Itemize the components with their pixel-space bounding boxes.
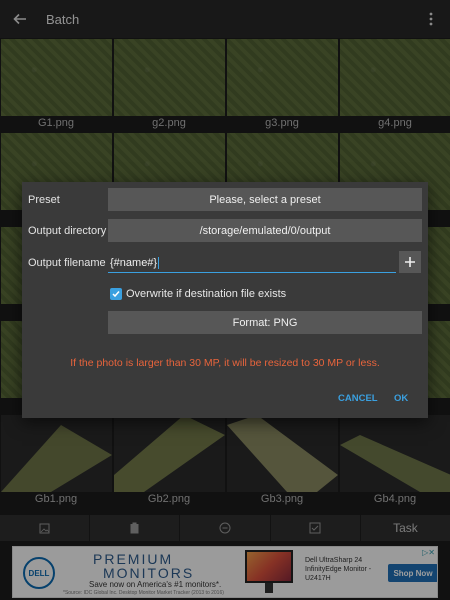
output-directory-button[interactable]: /storage/emulated/0/output xyxy=(108,219,422,242)
batch-screen: { "appbar": { "title": "Batch" }, "thumb… xyxy=(0,0,450,600)
output-directory-label: Output directory xyxy=(28,225,107,237)
overwrite-label[interactable]: Overwrite if destination file exists xyxy=(126,288,286,300)
resize-warning: If the photo is larger than 30 MP, it wi… xyxy=(70,357,380,369)
output-filename-input[interactable]: {#name#} xyxy=(108,253,396,273)
preset-select-button[interactable]: Please, select a preset xyxy=(108,188,422,211)
plus-icon xyxy=(405,257,415,267)
output-filename-value: {#name#} xyxy=(110,257,158,269)
overwrite-checkbox[interactable] xyxy=(110,288,122,300)
ok-button[interactable]: OK xyxy=(394,393,408,404)
cancel-button[interactable]: CANCEL xyxy=(338,393,378,404)
format-button[interactable]: Format: PNG xyxy=(108,311,422,334)
text-caret xyxy=(158,257,160,270)
check-icon xyxy=(112,291,120,298)
preset-label: Preset xyxy=(28,194,60,206)
output-filename-label: Output filename xyxy=(28,257,106,269)
add-token-button[interactable] xyxy=(399,251,421,273)
batch-settings-dialog: Preset Please, select a preset Output di… xyxy=(22,182,428,418)
